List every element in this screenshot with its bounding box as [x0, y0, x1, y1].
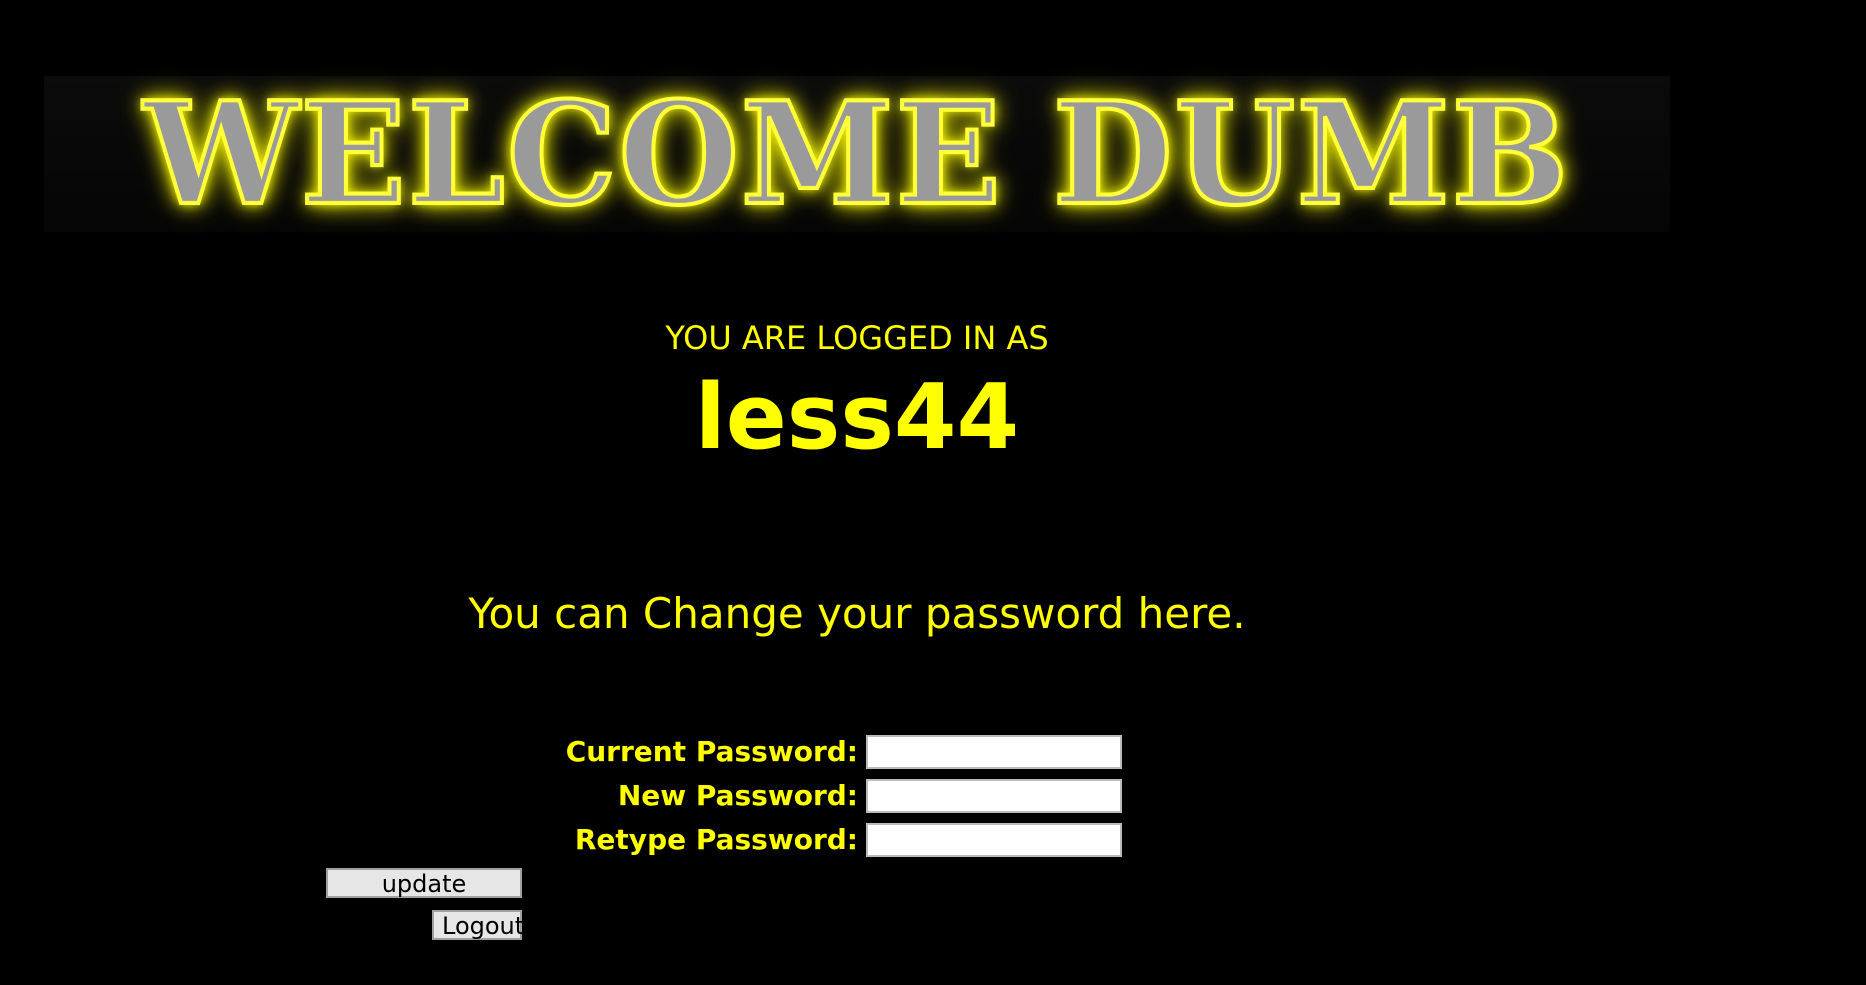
logged-in-label: YOU ARE LOGGED IN AS [665, 319, 1049, 357]
page: WELCOME DUMB YOU ARE LOGGED IN AS less44… [0, 0, 1866, 985]
banner-title: WELCOME DUMB [44, 72, 1670, 235]
current-password-row: Current Password: [566, 732, 1122, 776]
current-password-input[interactable] [866, 735, 1122, 769]
logout-button[interactable]: Logout [432, 910, 524, 940]
retype-password-label: Retype Password: [574, 823, 858, 856]
change-password-form: Current Password: New Password: Retype P… [566, 732, 1122, 864]
new-password-input[interactable] [866, 779, 1122, 813]
new-password-label: New Password: [617, 779, 858, 812]
retype-password-input[interactable] [866, 823, 1122, 857]
change-password-heading: You can Change your password here. [468, 589, 1246, 638]
retype-password-row: Retype Password: [575, 820, 1122, 864]
username-display: less44 [694, 365, 1020, 470]
welcome-banner: WELCOME DUMB [44, 72, 1670, 235]
current-password-label: Current Password: [565, 735, 858, 768]
new-password-row: New Password: [580, 776, 1122, 820]
update-password-button[interactable]: update password [326, 868, 522, 926]
